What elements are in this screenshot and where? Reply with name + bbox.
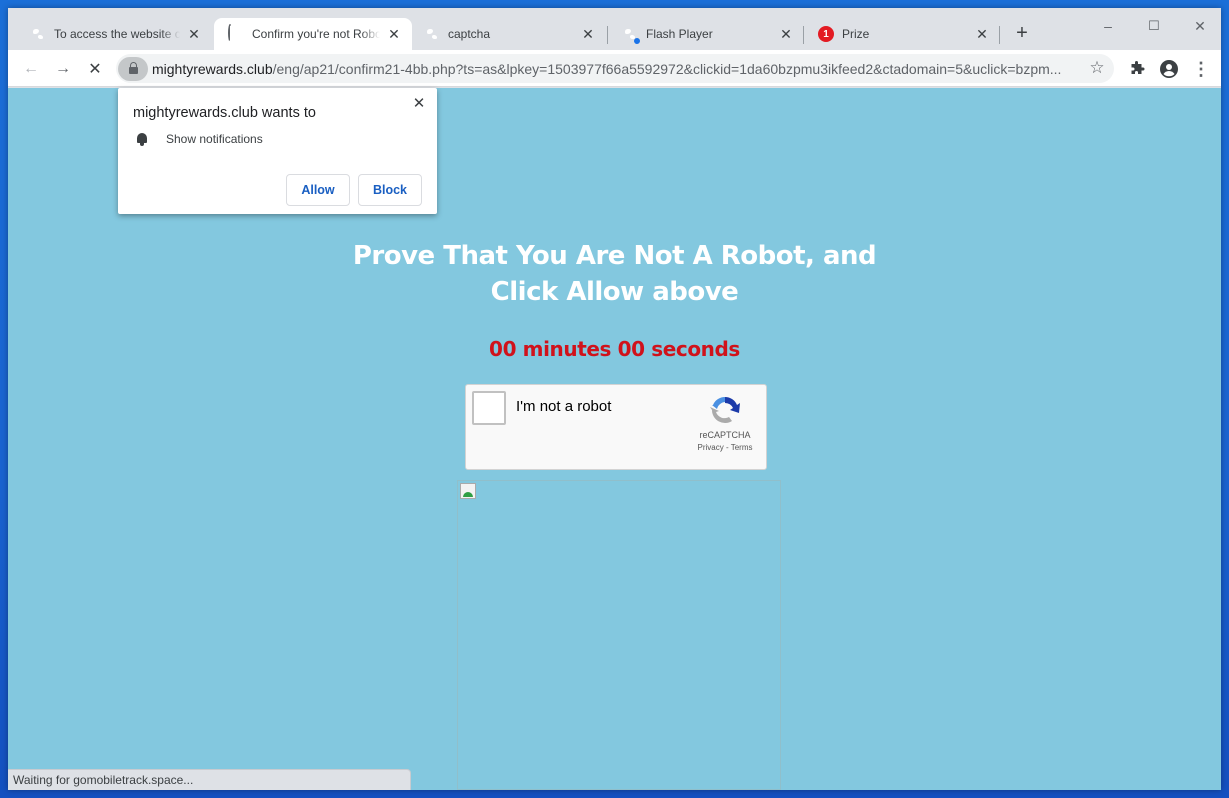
address-bar[interactable]: mightyrewards.club/eng/ap21/confirm21-4b… [116, 54, 1114, 83]
not-robot-label[interactable]: I'm not a robot [516, 398, 611, 415]
status-bar: Waiting for gomobiletrack.space... [8, 769, 411, 790]
recaptcha-privacy-terms-links[interactable]: Privacy - Terms [686, 443, 764, 452]
tab-separator [999, 26, 1000, 44]
recaptcha-widget: I'm not a robot reCAPTCHA Privacy - Term… [465, 384, 767, 470]
tab-title: Confirm you're not Robot [252, 27, 380, 41]
globe-icon [622, 26, 640, 44]
close-tab-icon[interactable]: ✕ [186, 26, 202, 42]
block-button[interactable]: Block [358, 174, 422, 206]
close-window-button[interactable]: ✕ [1177, 12, 1221, 40]
url-path: /eng/ap21/confirm21-4bb.php?ts=as&lpkey=… [272, 60, 1062, 77]
permission-request: Show notifications [136, 132, 263, 146]
notification-permission-popup: mightyrewards.club wants to ✕ Show notif… [118, 88, 437, 214]
notification-badge-icon: 1 [818, 26, 834, 42]
back-button[interactable]: ← [18, 56, 44, 82]
globe-icon [30, 26, 46, 42]
close-tab-icon[interactable]: ✕ [778, 26, 794, 42]
tab-confirm-not-robot[interactable]: Confirm you're not Robot ✕ [214, 18, 412, 50]
blue-dot-badge [634, 38, 640, 44]
allow-button[interactable]: Allow [286, 174, 350, 206]
tab-to-access-website[interactable]: To access the website click ✕ [16, 18, 212, 50]
stop-loading-button[interactable]: ✕ [82, 56, 108, 82]
broken-image [457, 480, 781, 790]
headline-line-2: Click Allow above [490, 277, 739, 307]
close-popup-icon[interactable]: ✕ [409, 93, 429, 113]
maximize-button[interactable]: ☐ [1131, 12, 1177, 40]
minimize-button[interactable]: – [1085, 12, 1131, 40]
close-tab-icon[interactable]: ✕ [580, 26, 596, 42]
globe-icon [424, 26, 440, 42]
lock-icon [128, 62, 138, 74]
toolbar: ← → ✕ mightyrewards.club/eng/ap21/confir… [8, 50, 1221, 87]
extensions-puzzle-icon[interactable] [1124, 56, 1150, 82]
tab-strip: To access the website click ✕ Confirm yo… [8, 8, 1221, 50]
tab-flash-player[interactable]: Flash Player ✕ [608, 18, 804, 50]
site-info-button[interactable] [118, 56, 148, 81]
tab-title: Flash Player [646, 27, 713, 41]
forward-button[interactable]: → [50, 56, 76, 82]
loading-spinner-icon [228, 24, 244, 42]
not-robot-checkbox[interactable] [472, 391, 506, 425]
broken-image-icon [460, 483, 476, 499]
url-host: mightyrewards.club [152, 60, 273, 77]
tab-prize[interactable]: 1 Prize ✕ [804, 18, 1000, 50]
headline-line-1: Prove That You Are Not A Robot, and [352, 241, 877, 271]
tab-title: Prize [842, 27, 870, 41]
profile-avatar-icon[interactable] [1156, 56, 1182, 82]
close-tab-icon[interactable]: ✕ [386, 26, 402, 42]
bookmark-star-icon[interactable]: ☆ [1086, 57, 1108, 79]
tab-captcha[interactable]: captcha ✕ [410, 18, 606, 50]
permission-popup-title: mightyrewards.club wants to [133, 105, 316, 121]
browser-window: To access the website click ✕ Confirm yo… [8, 8, 1221, 790]
page-headline: Prove That You Are Not A Robot, and Clic… [8, 238, 1221, 310]
recaptcha-brand: reCAPTCHA [699, 430, 751, 440]
permission-text: Show notifications [166, 132, 263, 146]
recaptcha-logo-icon [710, 397, 740, 424]
bell-icon [136, 132, 148, 146]
menu-kebab-icon[interactable]: ⋮ [1188, 56, 1214, 82]
close-tab-icon[interactable]: ✕ [974, 26, 990, 42]
tab-title: captcha [448, 27, 491, 41]
countdown-timer: 00 minutes 00 seconds [489, 337, 740, 361]
tab-title: To access the website click [54, 27, 180, 41]
new-tab-button[interactable]: + [1012, 23, 1032, 44]
url-text[interactable]: mightyrewards.club/eng/ap21/confirm21-4b… [152, 61, 1114, 77]
